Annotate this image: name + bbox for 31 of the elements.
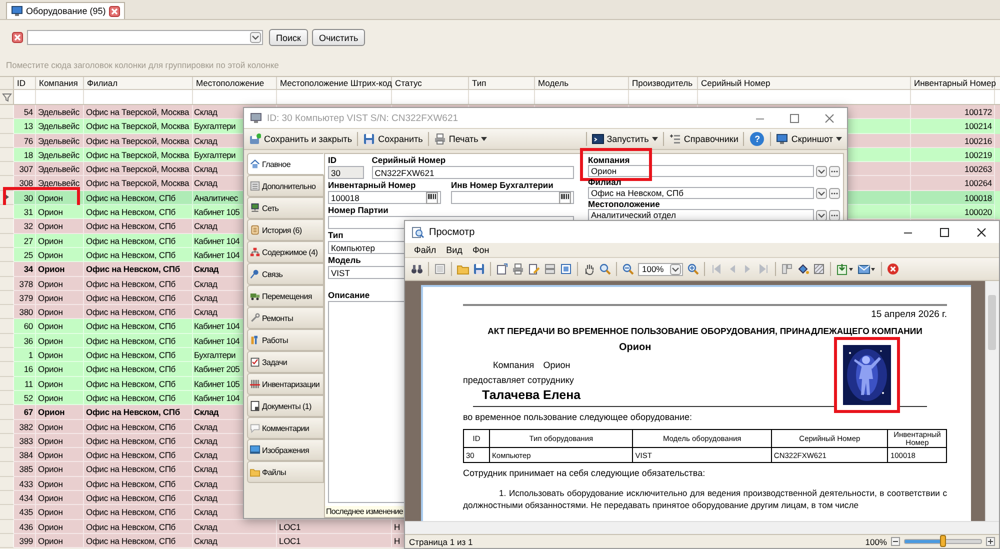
field-label: Инв Номер Бухгалтерии <box>451 180 554 191</box>
zoom-percent: 100% <box>865 536 887 546</box>
company-name: Орион <box>543 360 570 370</box>
window-title: Просмотр <box>429 226 475 238</box>
field-label: Местоположение <box>588 199 660 209</box>
table-cell: Орион <box>36 534 84 548</box>
body-text: Сотрудник принимает на себя следующие обязательства: <box>463 468 706 478</box>
table-cell: Склад <box>193 534 277 548</box>
table-cell: LOC1 <box>277 534 392 548</box>
table-cell: 100018 <box>911 190 995 206</box>
body-text: во временное пользование следующее оборудование: <box>463 412 694 422</box>
table-cell: Офис на Невском, СПб <box>84 190 193 206</box>
table-cell: 30 <box>14 190 36 206</box>
company-label: Компания <box>493 360 534 370</box>
field-label: Описание <box>328 290 370 301</box>
field-label: ID <box>328 155 336 166</box>
company-title: Орион <box>619 342 652 353</box>
table-cell: Орион <box>36 190 84 206</box>
body-text: предоставляет сотруднику <box>463 375 575 385</box>
field-label: Модель <box>328 255 361 266</box>
group-hint: Поместите сюда заголовок колонки для группировки по этой колонке <box>5 59 280 72</box>
document-heading: АКТ ПЕРЕДАЧИ ВО ВРЕМЕННОЕ ПОЛЬЗОВАНИЕ ОБОРУДОВАНИЯ, ПРИНАДЛЕЖАЩЕГО КОМПАНИИ <box>486 326 924 336</box>
field-label: Компания <box>588 155 630 165</box>
field-label: Номер Партии <box>328 205 388 216</box>
date-text: 15 апреля 2026 г. <box>870 309 947 320</box>
table-cell: 399 <box>14 534 36 548</box>
field-label: Серийный Номер <box>372 155 446 166</box>
table-cell: Офис на Невском, СПб <box>84 534 193 548</box>
field-label: Тип <box>328 230 344 241</box>
employee-name: Талачева Елена <box>482 388 582 402</box>
field-label: Инвентарный Номер <box>328 180 416 191</box>
